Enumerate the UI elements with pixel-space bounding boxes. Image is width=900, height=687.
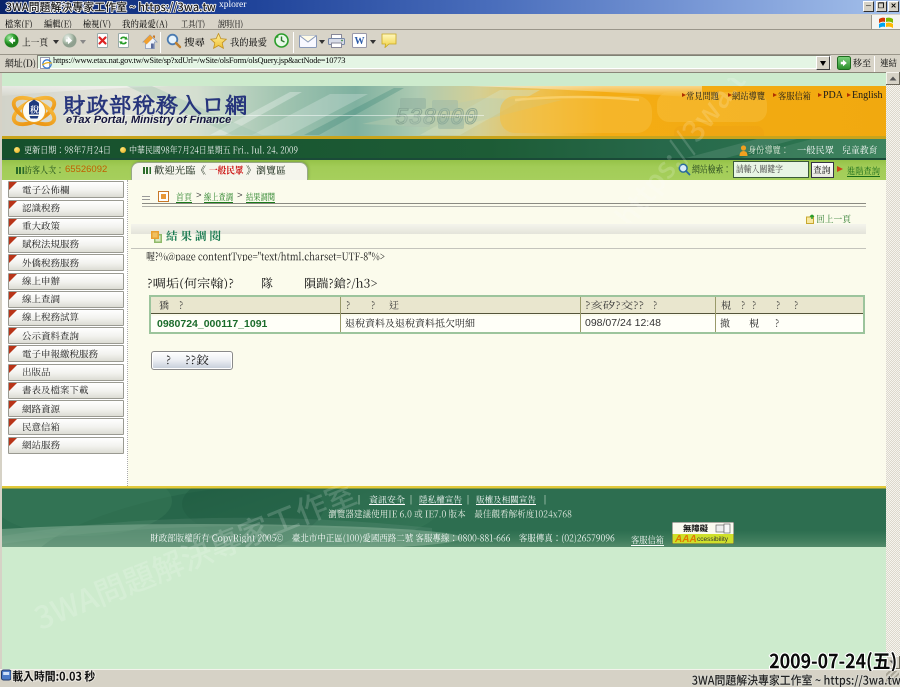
svg-text:W: W: [355, 36, 365, 47]
svg-text:AAA: AAA: [674, 534, 697, 544]
svg-text:ccessibility: ccessibility: [697, 536, 729, 543]
